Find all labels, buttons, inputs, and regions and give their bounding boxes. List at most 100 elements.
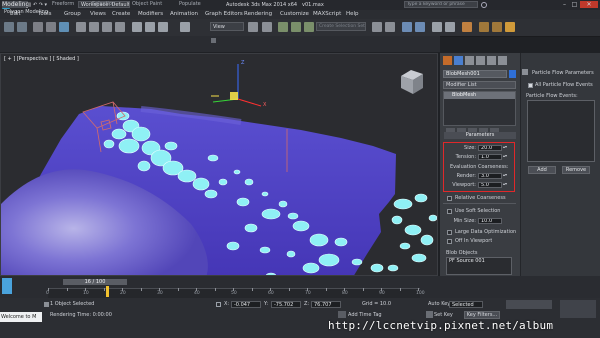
graphite-toggle-icon[interactable] [415, 22, 425, 32]
timeline-tick-label: 30 [157, 291, 163, 296]
viewport-label[interactable]: [ + ] [Perspective ] [ Shaded ] [4, 56, 79, 62]
select-object-icon[interactable] [76, 22, 86, 32]
pf-remove-button[interactable]: Remove [562, 166, 590, 174]
y-coordinate-field[interactable]: -75.702 [271, 301, 301, 308]
select-link-icon[interactable] [33, 22, 43, 32]
menu-help[interactable]: Help [346, 10, 359, 19]
stack-item-blobmesh[interactable]: BlobMesh [444, 92, 515, 99]
maximize-button[interactable]: □ [570, 1, 579, 8]
motion-tab-icon[interactable] [476, 56, 485, 65]
unlink-icon[interactable] [46, 22, 56, 32]
redo-icon[interactable] [17, 22, 27, 32]
named-selection-set-dropdown[interactable]: Create Selection Set [316, 22, 366, 31]
layer-manager-icon[interactable] [402, 22, 412, 32]
menu-create[interactable]: Create [112, 10, 130, 19]
z-coordinate-field[interactable]: 76.707 [311, 301, 341, 308]
grid-size: Grid = 10.0 [362, 301, 391, 307]
off-in-viewport-checkbox[interactable] [447, 239, 452, 244]
window-crossing-icon[interactable] [115, 22, 125, 32]
hierarchy-tab-icon[interactable] [465, 56, 474, 65]
menu-animation[interactable]: Animation [170, 10, 198, 19]
rect-selection-icon[interactable] [102, 22, 112, 32]
ribbon-panel-title[interactable]: Polygon Modeling [4, 9, 48, 15]
mini-curve-editor-icon[interactable] [2, 278, 12, 294]
file-name: v01.max [302, 2, 324, 8]
key-filters-button[interactable]: Key Filters... [464, 311, 500, 319]
menu-views[interactable]: Views [90, 10, 106, 19]
menu-graph-editors[interactable]: Graph Editors [205, 10, 243, 19]
material-editor-icon[interactable] [462, 22, 472, 32]
time-tag-icon[interactable] [338, 311, 346, 318]
scale-icon[interactable] [158, 22, 168, 32]
ribbon-tab-populate[interactable]: Populate [179, 1, 201, 8]
menu-maxscript[interactable]: MAXScript [313, 10, 341, 19]
set-key-button[interactable]: Set Key [434, 312, 453, 318]
select-manipulate-icon[interactable] [262, 22, 272, 32]
viewport-navigation-icons[interactable] [560, 300, 596, 318]
select-place-icon[interactable] [180, 22, 190, 32]
menu-modifiers[interactable]: Modifiers [138, 10, 163, 19]
close-button[interactable]: ✕ [580, 1, 598, 8]
absolute-mode-icon[interactable] [216, 302, 221, 307]
set-key-icon[interactable] [426, 311, 433, 318]
maxscript-listener[interactable]: Welcome to M [0, 312, 42, 322]
undo-icon[interactable] [4, 22, 14, 32]
add-time-tag-button[interactable]: Add Time Tag [348, 312, 382, 318]
use-soft-selection-checkbox[interactable] [447, 209, 452, 214]
menu-group[interactable]: Group [64, 10, 81, 19]
snap-toggle-icon[interactable] [278, 22, 288, 32]
align-icon[interactable] [385, 22, 395, 32]
blob-object-item[interactable]: PF Source 001 [449, 258, 485, 264]
utilities-tab-icon[interactable] [498, 56, 507, 65]
schematic-view-icon[interactable] [445, 22, 455, 32]
search-icon[interactable] [481, 2, 487, 8]
select-by-name-icon[interactable] [89, 22, 99, 32]
menu-rendering[interactable]: Rendering [244, 10, 272, 19]
ribbon-options-icon[interactable] [211, 38, 216, 43]
move-icon[interactable] [132, 22, 142, 32]
perspective-viewport[interactable]: [ + ] [Perspective ] [ Shaded ] Z X [0, 53, 438, 276]
window-title: Autodesk 3ds Max 2014 x64 [226, 2, 298, 8]
percent-snap-icon[interactable] [304, 22, 314, 32]
bind-space-warp-icon[interactable] [59, 22, 69, 32]
relative-coarseness-checkbox[interactable] [447, 196, 452, 201]
rotate-icon[interactable] [145, 22, 155, 32]
render-setup-icon[interactable] [479, 22, 489, 32]
rendered-frame-window-icon[interactable] [492, 22, 502, 32]
parameters-rollout-header[interactable]: Parameters [444, 132, 516, 139]
timeline-tick [362, 288, 364, 291]
x-coordinate-field[interactable]: -0.047 [231, 301, 261, 308]
reference-coordinate-dropdown[interactable]: View [210, 22, 244, 31]
ribbon-tab-selection[interactable]: Selection [92, 1, 115, 8]
key-mode-dropdown[interactable]: Selected [449, 301, 483, 308]
display-tab-icon[interactable] [487, 56, 496, 65]
menu-customize[interactable]: Customize [280, 10, 309, 19]
ribbon-tab-object-paint[interactable]: Object Paint [132, 1, 162, 8]
pf-add-button[interactable]: Add [528, 166, 556, 174]
pf-events-list[interactable] [527, 100, 595, 162]
pivot-center-icon[interactable] [248, 22, 258, 32]
time-slider[interactable]: 16 / 100 [63, 279, 127, 285]
large-data-optimization-checkbox[interactable] [447, 230, 452, 235]
pf-parameters-title[interactable]: Particle Flow Parameters [532, 70, 594, 76]
search-input[interactable]: Type a keyword or phrase [404, 1, 478, 8]
current-frame-marker[interactable] [106, 286, 110, 297]
ribbon-tab-modeling[interactable]: Modeling [2, 1, 28, 8]
ribbon-tab-freeform[interactable]: Freeform [52, 1, 74, 8]
render-production-icon[interactable] [505, 22, 515, 32]
modifier-list-dropdown[interactable]: Modifier List [443, 81, 516, 89]
minimize-button[interactable]: – [560, 1, 569, 8]
all-pf-events-checkbox[interactable] [528, 83, 533, 88]
create-tab-icon[interactable] [443, 56, 452, 65]
angle-snap-icon[interactable] [291, 22, 301, 32]
pf-rollout-icon[interactable] [522, 69, 528, 75]
auto-key-button[interactable]: Auto Key [428, 301, 450, 307]
object-color-swatch[interactable] [509, 70, 516, 78]
selection-lock-icon[interactable] [44, 302, 49, 307]
curve-editor-icon[interactable] [432, 22, 442, 32]
mirror-icon[interactable] [372, 22, 382, 32]
min-size-input[interactable]: 10.0 [478, 218, 502, 224]
object-name-field[interactable]: BlobMesh001 [443, 70, 507, 78]
modify-tab-icon[interactable] [454, 56, 463, 65]
playback-controls[interactable] [506, 300, 552, 309]
